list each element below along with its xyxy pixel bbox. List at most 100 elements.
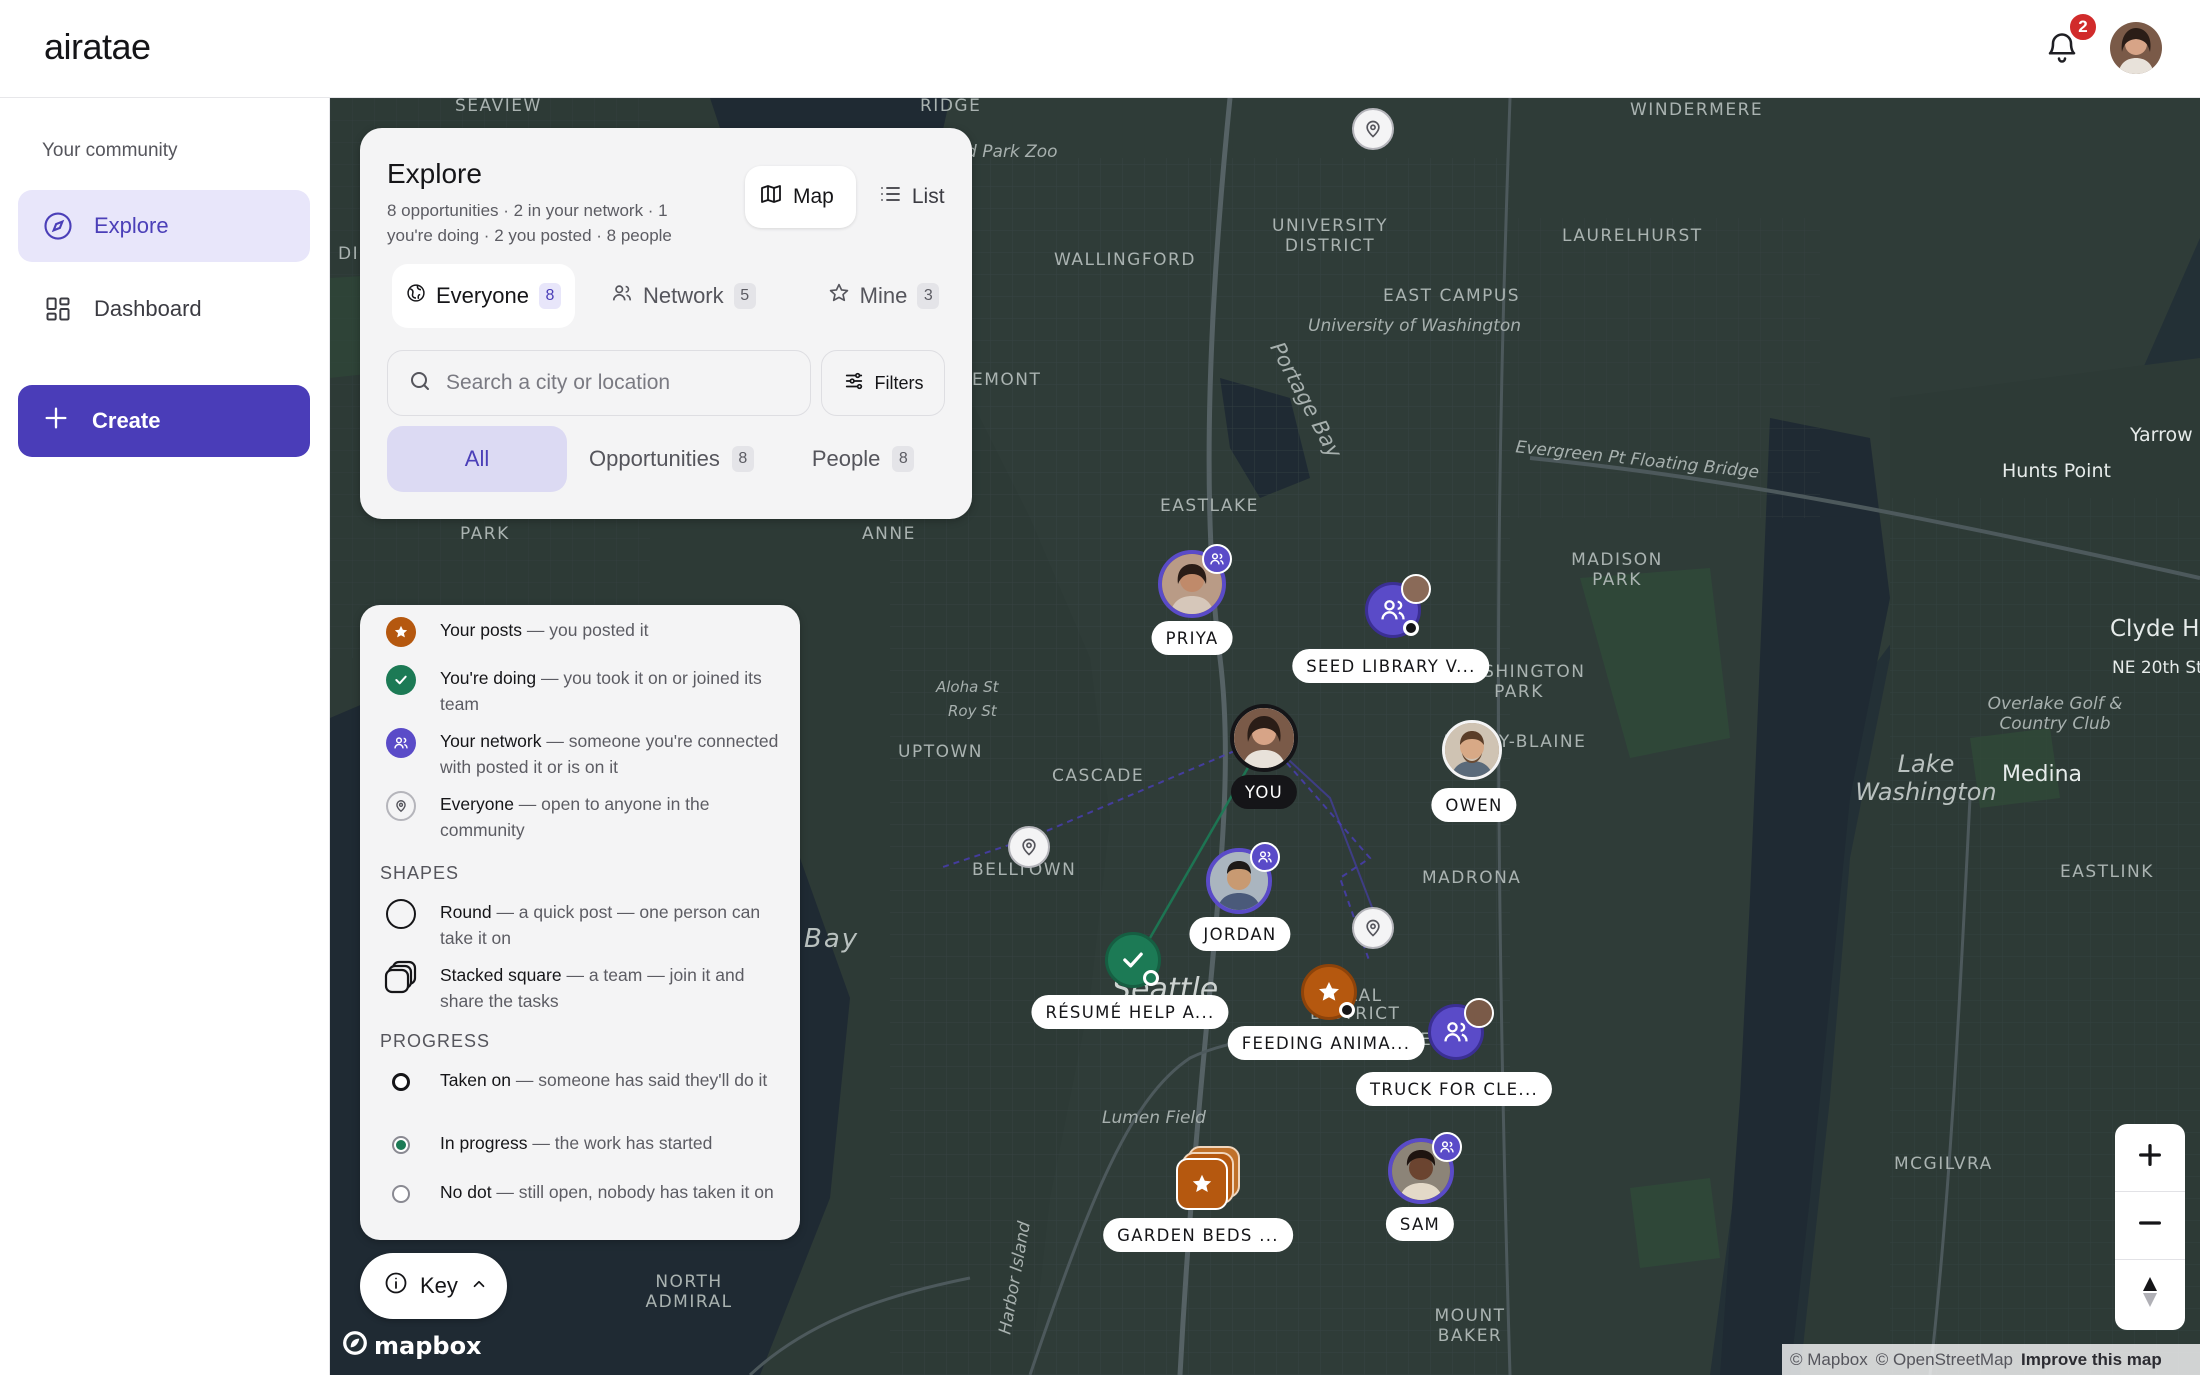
network-team-pin-seed-library[interactable]: [1365, 574, 1431, 642]
map-label: Medina: [2002, 762, 2083, 787]
explore-panel: Explore 8 opportunities · 2 in your netw…: [360, 128, 972, 519]
tab-label: Mine: [859, 283, 908, 308]
person-pin-jordan[interactable]: [1206, 842, 1280, 916]
person-pin-priya[interactable]: [1158, 544, 1232, 620]
map-label: Clyde Hil: [2110, 616, 2200, 642]
map-label: MADRONA: [1422, 868, 1522, 888]
location-pin-icon[interactable]: [1352, 108, 1394, 150]
legend-desc: — the work has started: [527, 1133, 713, 1153]
location-search[interactable]: [387, 350, 811, 416]
user-avatar[interactable]: [2110, 22, 2162, 74]
star-icon: [828, 282, 850, 310]
type-count-badge: 8: [731, 446, 754, 472]
pin-label[interactable]: RÉSUMÉ HELP A...: [1031, 995, 1229, 1029]
in-progress-dot: [1143, 970, 1159, 986]
sidebar-item-dashboard[interactable]: Dashboard: [18, 273, 310, 345]
map-label: University of Washington: [1308, 316, 1522, 336]
notification-count-badge: 2: [2068, 12, 2098, 42]
app-logo[interactable]: airatae: [44, 26, 151, 68]
map-label: MCGILVRA: [1894, 1154, 1993, 1174]
pin-label[interactable]: GARDEN BEDS ...: [1103, 1218, 1293, 1252]
key-toggle-button[interactable]: Key: [360, 1253, 507, 1319]
mapbox-logo[interactable]: mapbox: [342, 1330, 482, 1362]
pin-label[interactable]: SAM: [1385, 1207, 1455, 1241]
person-pin-owen[interactable]: [1442, 720, 1504, 782]
tab-label: Everyone: [436, 283, 529, 308]
mapbox-attribution-link[interactable]: © Mapbox: [1790, 1350, 1868, 1370]
tab-label: Network: [642, 283, 724, 308]
doing-pin-resume-help[interactable]: [1105, 932, 1163, 990]
legend-title: Everyone: [440, 794, 514, 814]
tab-count-badge: 3: [917, 283, 940, 309]
view-toggle: Map List: [745, 166, 967, 228]
map-label: Roy St: [948, 702, 997, 720]
create-button[interactable]: Create: [18, 385, 310, 457]
location-pin-icon[interactable]: [1008, 826, 1050, 868]
plus-icon: [2136, 1141, 2164, 1174]
location-pin-icon[interactable]: [1352, 907, 1394, 949]
type-count-badge: 8: [892, 446, 915, 472]
list-view-button[interactable]: List: [864, 166, 967, 228]
type-all-button[interactable]: All: [387, 426, 567, 492]
compass-north-icon: [2137, 1275, 2163, 1314]
legend-title: In progress: [440, 1133, 528, 1153]
legend-item-no-dot: No dot — still open, nobody has taken it…: [384, 1179, 784, 1211]
tab-mine[interactable]: Mine 3: [814, 264, 954, 328]
type-opportunities-button[interactable]: Opportunities 8: [579, 426, 764, 492]
star-icon: [1176, 1158, 1228, 1210]
map-label: WALLINGFORD: [1054, 250, 1196, 270]
tab-network[interactable]: Network 5: [597, 264, 770, 328]
taken-on-dot: [1403, 620, 1419, 636]
map-label: Aloha St: [936, 678, 999, 696]
my-post-team-pin-garden-beds[interactable]: [1176, 1146, 1246, 1216]
network-team-pin-truck[interactable]: [1428, 998, 1494, 1064]
map-label: LAURELHURST: [1562, 226, 1703, 246]
map-label: d Park Zoo: [966, 142, 1058, 162]
sidebar-item-explore[interactable]: Explore: [18, 190, 310, 262]
pin-label[interactable]: TRUCK FOR CLE...: [1355, 1072, 1553, 1106]
pin-label[interactable]: OWEN: [1431, 788, 1517, 822]
top-bar: airatae 2: [0, 0, 2200, 98]
pin-label[interactable]: PRIYA: [1151, 621, 1233, 655]
pin-label[interactable]: YOU: [1230, 775, 1298, 809]
pin-label[interactable]: SEED LIBRARY V...: [1292, 649, 1490, 683]
map-label: ANNE: [862, 524, 916, 544]
osm-attribution-link[interactable]: © OpenStreetMap: [1876, 1350, 2013, 1370]
person-pin-you[interactable]: [1230, 704, 1300, 774]
map-label: CASCADE: [1052, 766, 1145, 786]
progress-heading: PROGRESS: [380, 1031, 491, 1051]
globe-icon: [406, 283, 426, 309]
legend-title: Your network: [440, 731, 542, 751]
zoom-out-button[interactable]: [2115, 1192, 2185, 1260]
zoom-in-button[interactable]: [2115, 1124, 2185, 1192]
taken-on-dot-icon: [384, 1065, 418, 1099]
person-pin-sam[interactable]: [1388, 1132, 1462, 1206]
map-label: EAST CAMPUS: [1383, 286, 1521, 306]
map-label: EASTLAKE: [1160, 496, 1259, 516]
map-label: MADISON PARK: [1571, 550, 1663, 590]
legend-item-your-network: Your network — someone you're connected …: [384, 728, 784, 780]
map-attribution: © Mapbox © OpenStreetMap Improve this ma…: [1782, 1344, 2200, 1375]
reset-north-button[interactable]: [2115, 1260, 2185, 1328]
tab-everyone[interactable]: Everyone 8: [392, 264, 575, 328]
filters-button[interactable]: Filters: [821, 350, 945, 416]
community-heading: Your community: [42, 140, 178, 161]
tab-count-badge: 5: [733, 283, 756, 309]
improve-map-link[interactable]: Improve this map: [2021, 1350, 2162, 1370]
pin-label[interactable]: FEEDING ANIMA...: [1227, 1026, 1425, 1060]
tab-count-badge: 8: [538, 283, 561, 309]
sidebar-item-label: Explore: [94, 213, 169, 238]
dashboard-grid-icon: [42, 293, 74, 325]
create-button-label: Create: [92, 408, 161, 433]
type-people-button[interactable]: People 8: [802, 426, 925, 492]
map-view-button[interactable]: Map: [745, 166, 856, 228]
map-label: NORTH ADMIRAL: [645, 1272, 733, 1312]
legend-item-everyone: Everyone — open to anyone in the communi…: [384, 791, 784, 843]
map-label: NE 20th St: [2112, 658, 2200, 678]
people-icon: [611, 282, 633, 310]
pin-label[interactable]: JORDAN: [1189, 917, 1291, 951]
my-post-pin-feeding-animals[interactable]: [1301, 964, 1359, 1022]
type-label: All: [464, 446, 490, 471]
list-view-label: List: [911, 185, 945, 208]
search-input[interactable]: [446, 371, 796, 395]
